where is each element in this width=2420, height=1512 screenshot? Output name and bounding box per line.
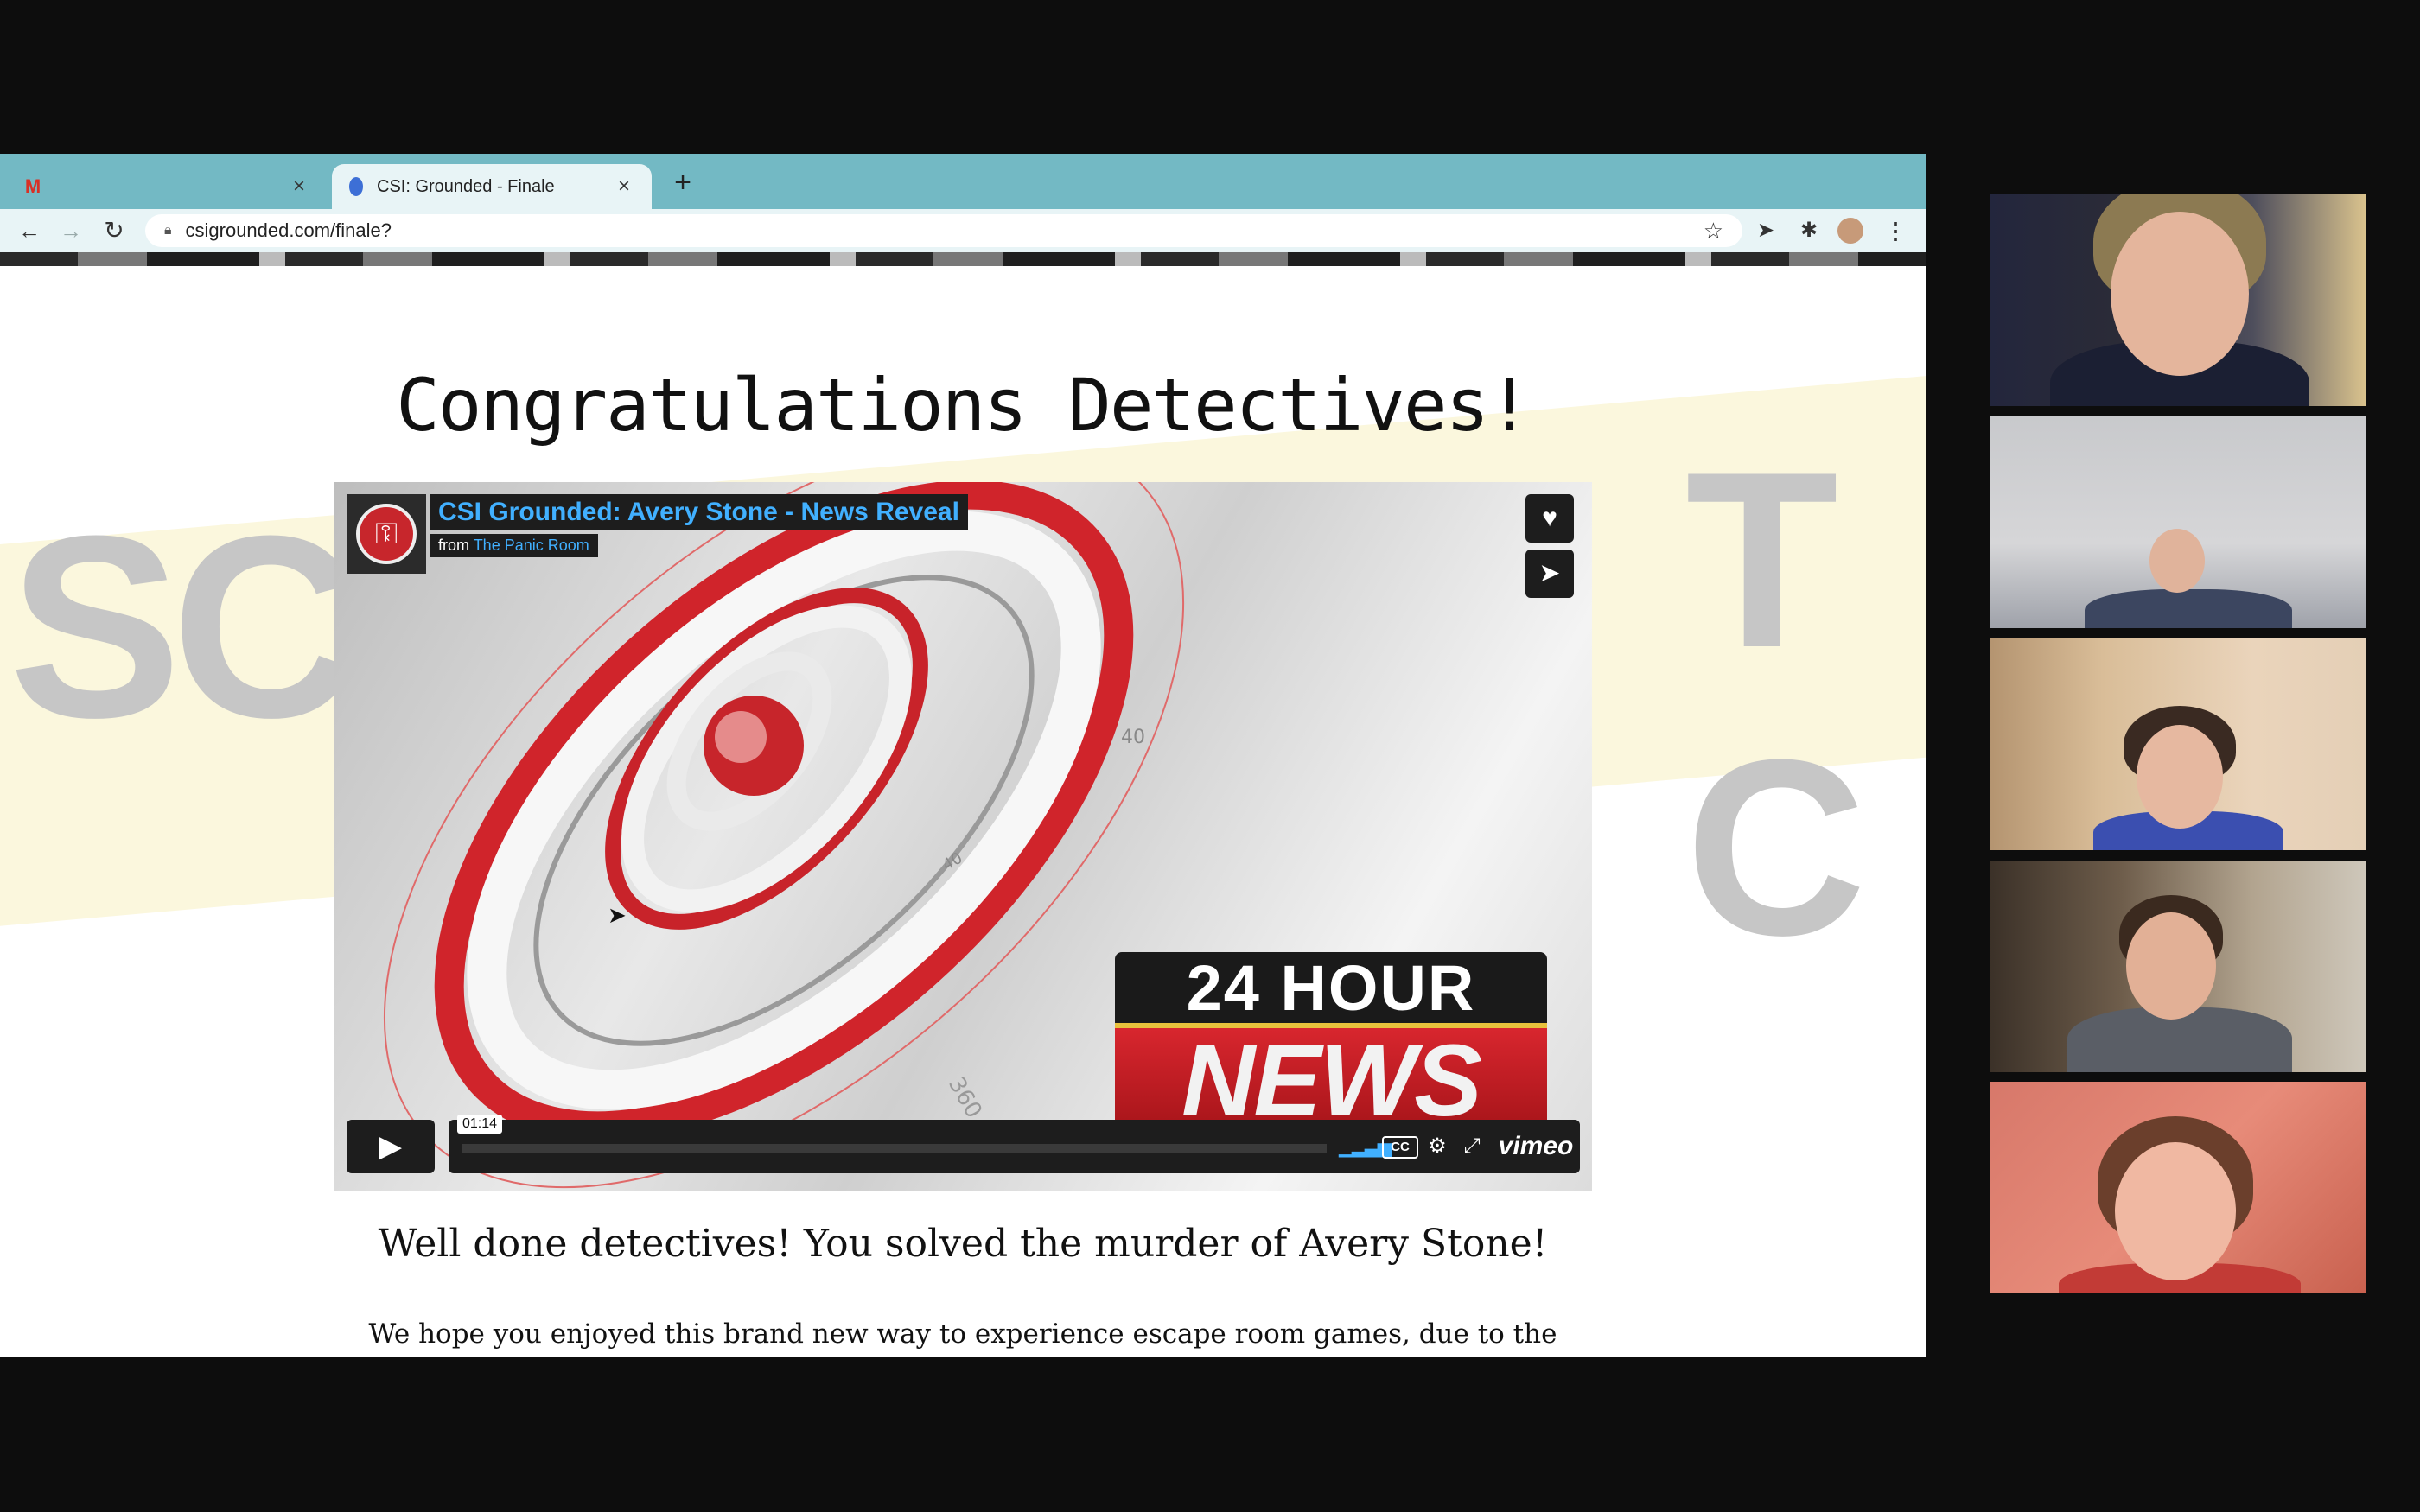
participant-face (2115, 1142, 2236, 1280)
participant-face (2111, 212, 2249, 376)
fullscreen-icon[interactable]: ⤢ (1456, 1132, 1487, 1161)
volume-icon[interactable]: ▁▂▃▅ (1339, 1132, 1392, 1161)
progress-bar[interactable]: 01:14 (457, 1115, 1327, 1153)
video-player[interactable]: 40 40 360 ⚿ CSI Grounded: Avery Stone - … (334, 482, 1592, 1191)
channel-link[interactable]: The Panic Room (474, 537, 589, 554)
lock-icon: 🔒︎ (164, 223, 172, 238)
video-byline: from The Panic Room (430, 534, 598, 557)
participant-video-tile[interactable] (1990, 1082, 2366, 1293)
new-tab-button[interactable]: + (666, 166, 700, 200)
control-bar: 01:14 ▁▂▃▅ CC ⚙ ⤢ vimeo (449, 1115, 1580, 1173)
gmail-icon: M (24, 175, 41, 197)
video-title[interactable]: CSI Grounded: Avery Stone - News Reveal (430, 494, 968, 530)
bookmark-star-icon[interactable]: ☆ (1704, 218, 1723, 245)
gear-icon[interactable]: ⚙ (1422, 1132, 1453, 1161)
forward-button[interactable]: → (55, 215, 86, 246)
tab-strip: M × CSI: Grounded - Finale × + (0, 154, 1926, 209)
body-paragraph: We hope you enjoyed this brand new way t… (368, 1318, 1557, 1350)
tab-title: CSI: Grounded - Finale (377, 176, 555, 196)
reload-button[interactable]: ↻ (99, 215, 130, 246)
participant-face (2126, 912, 2216, 1020)
address-bar[interactable]: 🔒︎ csigrounded.com/finale? ☆ (145, 214, 1742, 247)
news-logo: 24 HOUR NEWS (1115, 952, 1547, 1134)
dial-label: 40 (1121, 727, 1145, 748)
header-image-strip (0, 252, 1926, 266)
cursor-extension-icon[interactable]: ➤ (1751, 216, 1780, 245)
close-icon[interactable]: × (289, 175, 309, 199)
shared-browser-window: M × CSI: Grounded - Finale × + ← → ↻ 🔒︎ … (0, 154, 1926, 1357)
site-favicon-icon (349, 177, 363, 196)
browser-toolbar: ← → ↻ 🔒︎ csigrounded.com/finale? ☆ ➤ ✱ ⋮ (0, 209, 1926, 252)
congrats-subheading: Well done detectives! You solved the mur… (378, 1222, 1548, 1266)
news-logo-bottom: NEWS (1115, 1024, 1547, 1134)
video-controls: ▶ 01:14 ▁▂▃▅ CC ⚙ ⤢ vimeo (347, 1115, 1580, 1173)
web-page: SCE T C Congratulations Detectives! 40 4… (0, 252, 1926, 1357)
vimeo-logo[interactable]: vimeo (1494, 1132, 1577, 1161)
participant-video-tile[interactable] (1990, 638, 2366, 850)
profile-avatar[interactable] (1837, 218, 1863, 244)
tab-csi-grounded-finale[interactable]: CSI: Grounded - Finale × (332, 164, 652, 209)
channel-logo[interactable]: ⚿ (347, 494, 426, 574)
page-title: Congratulations Detectives! (396, 363, 1531, 448)
participant-face (2149, 529, 2205, 593)
play-button[interactable]: ▶ (347, 1120, 435, 1173)
dial-label: 360 (943, 1073, 987, 1123)
mouse-cursor-icon: ➤ (608, 902, 627, 928)
background-tape-graphic: T C (1685, 420, 1867, 988)
participant-face (2137, 725, 2223, 829)
share-icon[interactable]: ➤ (1525, 550, 1574, 598)
menu-dots-icon[interactable]: ⋮ (1881, 216, 1910, 245)
keyhole-icon: ⚿ (356, 504, 417, 564)
participant-video-tile[interactable] (1990, 416, 2366, 628)
news-logo-top: 24 HOUR (1186, 952, 1476, 1024)
from-label: from (438, 537, 469, 554)
tab-gmail[interactable]: M × (7, 164, 327, 209)
heart-icon[interactable]: ♥ (1525, 494, 1574, 543)
time-tooltip: 01:14 (457, 1115, 503, 1134)
participant-video-tile[interactable] (1990, 861, 2366, 1072)
participant-video-tile[interactable] (1990, 194, 2366, 406)
close-icon[interactable]: × (614, 175, 634, 199)
url-text: csigrounded.com/finale? (185, 219, 392, 241)
captions-icon[interactable]: CC (1382, 1136, 1418, 1159)
back-button[interactable]: ← (14, 215, 45, 246)
extensions-puzzle-icon[interactable]: ✱ (1794, 216, 1824, 245)
